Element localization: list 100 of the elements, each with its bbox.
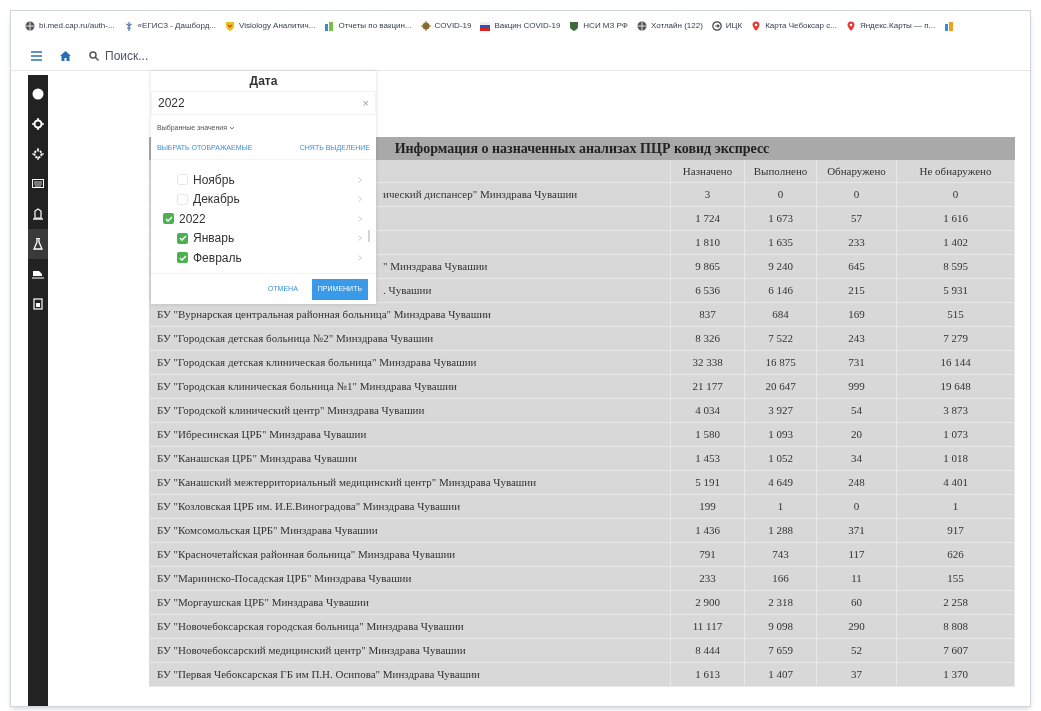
tree-item-label[interactable]: Декабрь bbox=[193, 190, 353, 209]
gear-icon bbox=[32, 148, 44, 160]
checkbox[interactable] bbox=[177, 232, 188, 244]
table-cell-text: 8 444 bbox=[695, 643, 720, 659]
table-cell-text: " Минздрава Чувашии bbox=[383, 259, 488, 275]
home-icon[interactable] bbox=[60, 50, 71, 61]
bookmark[interactable]: Яндекс.Карты — п... bbox=[845, 20, 936, 32]
table-cell-text: 0 bbox=[952, 187, 959, 203]
table-cell-text: БУ "Канашский межтерриториальный медицинский центр" Минздрава Чувашии bbox=[157, 475, 537, 491]
column-header: Обнаружено bbox=[827, 163, 886, 179]
bookmark[interactable]: «ЕГИСЗ - Дашборд... bbox=[123, 20, 216, 32]
menu-icon[interactable] bbox=[31, 50, 42, 61]
table-cell-text: 7 659 bbox=[768, 643, 793, 659]
table-cell-text: 3 873 bbox=[943, 403, 968, 419]
table-cell-text: БУ "Вурнарская центральная районная больница" Минздрава Чувашии bbox=[157, 307, 491, 323]
table-cell-text: 19 648 bbox=[940, 379, 971, 395]
table-cell-text: 3 927 bbox=[768, 403, 793, 419]
table-cell-text: БУ "Козловская ЦРБ им. И.Е.Виноградова" Минздрава Чувашии bbox=[157, 499, 461, 515]
scrollbar-thumb[interactable] bbox=[368, 230, 370, 242]
check-icon bbox=[178, 235, 187, 242]
table-cell-text: 4 034 bbox=[695, 403, 720, 419]
table-cell-text: 4 649 bbox=[768, 475, 793, 491]
table-cell-text: 9 865 bbox=[695, 259, 720, 275]
table-cell-text: 1 052 bbox=[768, 451, 793, 467]
table-cell-text: 1 453 bbox=[695, 451, 720, 467]
table-cell-text: 166 bbox=[772, 571, 789, 587]
search-field[interactable]: Поиск... bbox=[105, 46, 245, 65]
table-cell-text: 1 402 bbox=[943, 235, 968, 251]
table-cell-text: 8 595 bbox=[943, 259, 968, 275]
map-pin-icon bbox=[845, 21, 856, 31]
checkbox[interactable] bbox=[177, 174, 188, 186]
table-cell-text: 0 bbox=[853, 187, 860, 203]
tree-item-label[interactable]: Ноябрь bbox=[193, 170, 353, 189]
bookmark[interactable]: COVID-19 bbox=[420, 20, 472, 32]
table-cell-text: 37 bbox=[851, 667, 862, 683]
table-cell-text: 1 810 bbox=[695, 235, 720, 251]
gear-icon bbox=[32, 118, 44, 130]
table-cell-text: 117 bbox=[848, 547, 865, 563]
table-cell-text: 1 370 bbox=[943, 667, 968, 683]
table-cell-text: 0 bbox=[853, 499, 860, 515]
bookmark[interactable]: Хотлайн (122) bbox=[636, 20, 703, 32]
tree-item-label[interactable]: 2022 bbox=[179, 209, 353, 228]
flask-icon bbox=[32, 238, 44, 250]
table-cell-text: 1 407 bbox=[768, 667, 793, 683]
tree-item-label[interactable]: Февраль bbox=[193, 248, 353, 267]
checkbox[interactable] bbox=[177, 252, 188, 264]
bookmark[interactable]: Visiology Аналитич... bbox=[225, 20, 316, 32]
table-cell-text: 1 673 bbox=[768, 211, 793, 227]
tree-item-label[interactable]: Январь bbox=[193, 229, 353, 248]
bookmark[interactable]: Карта Чебоксар с... bbox=[751, 20, 837, 32]
table-cell-text: 731 bbox=[848, 355, 865, 371]
bookmark[interactable]: НСИ МЗ РФ bbox=[569, 20, 628, 32]
search-icon bbox=[89, 50, 99, 61]
table-cell-text: 155 bbox=[947, 571, 964, 587]
table-cell-text: 684 bbox=[772, 307, 789, 323]
table-cell-text: 20 bbox=[851, 427, 862, 443]
checkbox[interactable] bbox=[163, 213, 174, 225]
table-cell-text: 7 279 bbox=[943, 331, 968, 347]
filter-field[interactable]: 2022 × bbox=[151, 91, 376, 115]
table-cell-text: 169 bbox=[848, 307, 865, 323]
chart-logo-icon[interactable] bbox=[944, 21, 955, 31]
table-cell-text: 645 bbox=[848, 259, 865, 275]
table-cell-text: 21 177 bbox=[692, 379, 723, 395]
keyboard-icon bbox=[32, 178, 44, 190]
table-cell-text: 371 bbox=[848, 523, 865, 539]
table-cell-text: БУ "Моргаушская ЦРБ" Минздрава Чувашии bbox=[157, 595, 369, 611]
flag-icon bbox=[480, 21, 491, 31]
table-cell-text: 290 bbox=[848, 619, 865, 635]
emblem-icon bbox=[569, 21, 580, 31]
table-cell-text: 1 616 bbox=[943, 211, 968, 227]
table-cell-text: 837 bbox=[699, 307, 716, 323]
table-cell-text: БУ "Комсомольская ЦРБ" Минздрава Чувашии bbox=[157, 523, 378, 539]
table-cell-text: 1 635 bbox=[768, 235, 793, 251]
table-cell-text: 791 bbox=[699, 547, 716, 563]
table-cell-text: 2 900 bbox=[695, 595, 720, 611]
table-cell-text: 20 647 bbox=[765, 379, 796, 395]
sidebar-item[interactable] bbox=[28, 229, 48, 259]
bookmark[interactable]: bi.med.cap.ru/auth-... bbox=[25, 20, 115, 32]
filter-title: Дата bbox=[249, 73, 278, 90]
table-cell-text: 7 522 bbox=[768, 331, 793, 347]
table-cell-text: 233 bbox=[699, 571, 716, 587]
table-cell-text: БУ "Первая Чебоксарская ГБ им П.Н. Осипова" Минздрава Чувашии bbox=[157, 667, 480, 683]
column-header: Не обнаружено bbox=[919, 163, 992, 179]
table-cell-text: 32 338 bbox=[692, 355, 723, 371]
table-cell-text: 199 bbox=[699, 499, 716, 515]
caduceus-icon bbox=[123, 21, 134, 31]
table-cell-text: 52 bbox=[851, 643, 862, 659]
table-cell-text: 8 808 bbox=[943, 619, 968, 635]
table-cell-text: 626 bbox=[947, 547, 964, 563]
table-cell-text: 243 bbox=[848, 331, 865, 347]
table-cell-text: 57 bbox=[851, 211, 862, 227]
checkbox[interactable] bbox=[177, 193, 188, 205]
table-cell-text: БУ "Городская клиническая больница №1" Минздрава Чувашии bbox=[157, 379, 457, 395]
table-cell-text: БУ "Городская детская больница №2" Минздрава Чувашии bbox=[157, 331, 434, 347]
bookmark[interactable]: Вакцин COVID-19 bbox=[480, 20, 561, 32]
bookmark[interactable]: Отчеты по вакцин... bbox=[324, 20, 412, 32]
table-cell-text: 515 bbox=[947, 307, 964, 323]
bookmark[interactable]: ИЦК bbox=[711, 20, 743, 32]
table-cell-text: 1 580 bbox=[695, 427, 720, 443]
table-cell-text: 2 258 bbox=[943, 595, 968, 611]
